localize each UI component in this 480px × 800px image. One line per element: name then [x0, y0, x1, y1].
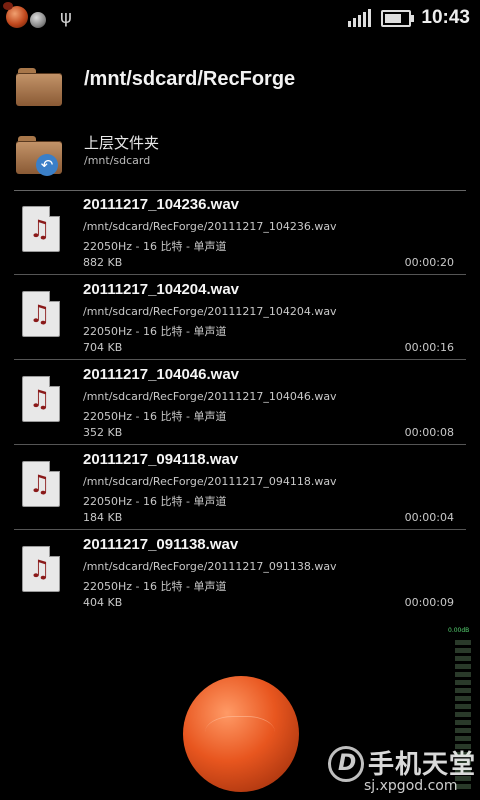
watermark: D 手机天堂 sj.xpgod.com	[328, 744, 480, 800]
audio-file-icon: ♫	[22, 376, 60, 422]
file-format: 22050Hz - 16 比特 - 单声道	[83, 240, 227, 253]
file-duration: 00:00:09	[404, 596, 454, 609]
file-row[interactable]: ♫ 20111217_091138.wav /mnt/sdcard/RecFor…	[14, 530, 466, 614]
parent-folder-title: 上层文件夹	[84, 134, 160, 152]
file-format: 22050Hz - 16 比特 - 单声道	[83, 325, 227, 338]
file-row[interactable]: ♫ 20111217_094118.wav /mnt/sdcard/RecFor…	[14, 445, 466, 530]
file-path: /mnt/sdcard/RecForge/20111217_091138.wav	[83, 560, 337, 573]
file-format: 22050Hz - 16 比特 - 单声道	[83, 495, 227, 508]
parent-folder-row[interactable]: ↶ 上层文件夹 /mnt/sdcard	[0, 124, 480, 188]
audio-file-icon: ♫	[22, 461, 60, 507]
file-size: 704 KB	[83, 341, 123, 354]
file-size: 352 KB	[83, 426, 123, 439]
file-name: 20111217_094118.wav	[83, 451, 239, 468]
file-name: 20111217_104204.wav	[83, 281, 239, 298]
file-size: 882 KB	[83, 256, 123, 269]
clock: 10:43	[421, 7, 470, 28]
watermark-logo-icon: D	[328, 746, 364, 782]
file-row[interactable]: ♫ 20111217_104236.wav /mnt/sdcard/RecFor…	[14, 190, 466, 275]
battery-icon	[381, 9, 415, 27]
file-duration: 00:00:08	[404, 426, 454, 439]
back-arrow-icon: ↶	[36, 154, 58, 176]
current-folder-row: /mnt/sdcard/RecForge	[0, 54, 480, 120]
file-format: 22050Hz - 16 比特 - 单声道	[83, 410, 227, 423]
file-name: 20111217_104236.wav	[83, 196, 239, 213]
audio-file-icon: ♫	[22, 291, 60, 337]
file-size: 184 KB	[83, 511, 123, 524]
record-button[interactable]	[183, 676, 299, 792]
signal-icon	[348, 9, 372, 27]
file-size: 404 KB	[83, 596, 123, 609]
status-bar: ψ 10:43	[0, 0, 480, 38]
file-path: /mnt/sdcard/RecForge/20111217_104236.wav	[83, 220, 337, 233]
status-bar-notifications: ψ	[3, 2, 72, 28]
file-path: /mnt/sdcard/RecForge/20111217_094118.wav	[83, 475, 337, 488]
secondary-app-icon	[30, 12, 46, 28]
folder-up-icon: ↶	[16, 136, 62, 176]
file-duration: 00:00:20	[404, 256, 454, 269]
status-bar-system: 10:43	[348, 7, 470, 29]
file-list: ♫ 20111217_104236.wav /mnt/sdcard/RecFor…	[0, 190, 480, 614]
usb-icon: ψ	[60, 6, 72, 28]
recforge-app-icon	[3, 2, 28, 28]
file-name: 20111217_104046.wav	[83, 366, 239, 383]
folder-icon	[16, 68, 62, 106]
watermark-title: 手机天堂	[368, 750, 477, 780]
file-format: 22050Hz - 16 比特 - 单声道	[83, 580, 227, 593]
file-row[interactable]: ♫ 20111217_104046.wav /mnt/sdcard/RecFor…	[14, 360, 466, 445]
file-path: /mnt/sdcard/RecForge/20111217_104204.wav	[83, 305, 337, 318]
level-meter-label: 0.00dB	[448, 627, 470, 634]
audio-file-icon: ♫	[22, 206, 60, 252]
file-duration: 00:00:16	[404, 341, 454, 354]
current-path-title: /mnt/sdcard/RecForge	[84, 68, 296, 90]
watermark-url: sj.xpgod.com	[364, 778, 458, 794]
audio-file-icon: ♫	[22, 546, 60, 592]
file-duration: 00:00:04	[404, 511, 454, 524]
file-path: /mnt/sdcard/RecForge/20111217_104046.wav	[83, 390, 337, 403]
file-name: 20111217_091138.wav	[83, 536, 239, 553]
file-row[interactable]: ♫ 20111217_104204.wav /mnt/sdcard/RecFor…	[14, 275, 466, 360]
parent-folder-path: /mnt/sdcard	[84, 154, 151, 167]
